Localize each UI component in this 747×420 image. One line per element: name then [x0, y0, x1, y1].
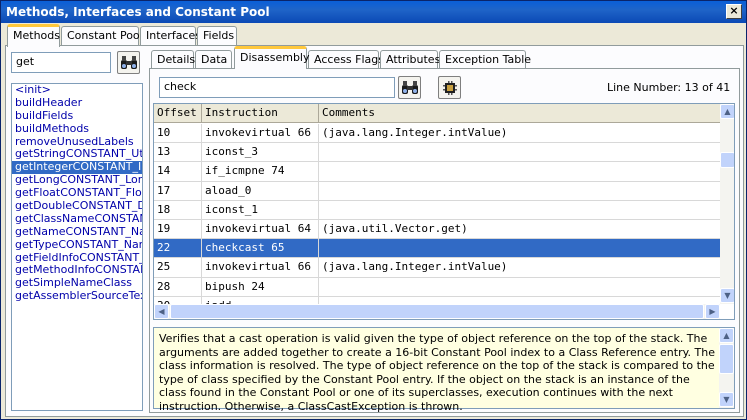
cell-instruction: invokevirtual 66: [202, 258, 319, 278]
cell-offset: 17: [154, 181, 202, 201]
cell-comment: [319, 143, 720, 162]
table-row[interactable]: 18 iconst_1: [154, 200, 720, 220]
tab-access-flags[interactable]: Access Flags: [308, 50, 384, 70]
main-window: Methods, Interfaces and Constant Pool × …: [0, 0, 747, 420]
table-row[interactable]: 10 invokevirtual 66 (java.lang.Integer.int…: [154, 124, 720, 144]
table-row[interactable]: 28 bipush 24: [154, 277, 720, 297]
header-offset[interactable]: Offset: [154, 104, 202, 123]
window-title: Methods, Interfaces and Constant Pool: [6, 5, 270, 19]
header-comments[interactable]: Comments: [319, 104, 720, 123]
cell-offset: 28: [154, 277, 202, 297]
cell-instruction: invokevirtual 66: [202, 124, 319, 143]
cell-instruction: iconst_1: [202, 200, 319, 220]
hscroll-thumb[interactable]: [170, 304, 704, 319]
table-row[interactable]: 19 invokevirtual 64 (java.util.Vector.get): [154, 220, 720, 240]
tab-disassembly-label: Disassembly: [240, 51, 310, 64]
tab-constant-pool[interactable]: Constant Pool: [61, 26, 143, 46]
tab-data-label: Data: [201, 53, 228, 66]
grid-horizontal-scrollbar[interactable]: ◀ ▶: [154, 304, 720, 319]
cell-comment: (java.lang.Integer.intValue): [322, 126, 508, 139]
tab-attributes-label: Attributes: [386, 53, 441, 66]
tab-methods[interactable]: Methods: [7, 24, 60, 47]
cell-comment: [319, 162, 720, 181]
method-list[interactable]: <init> buildHeader buildFields buildMethods…: [11, 83, 143, 411]
header-instruction[interactable]: Instruction: [202, 104, 319, 123]
cell-comment: [319, 201, 720, 220]
instruction-description: Verifies that a cast operation is valid …: [153, 327, 735, 413]
cell-offset: 25: [154, 258, 202, 278]
cell-comment: [319, 239, 720, 258]
table-row[interactable]: 13 iconst_3: [154, 143, 720, 163]
method-list-item[interactable]: <init>: [12, 84, 142, 97]
method-list-item[interactable]: getClassNameCONSTANT: [12, 212, 142, 226]
method-list-item[interactable]: buildFields: [12, 109, 142, 123]
cell-instruction: checkcast 65: [202, 239, 319, 259]
instruction-find-button[interactable]: [398, 76, 421, 99]
table-row[interactable]: 22 checkcast 65: [154, 239, 720, 259]
description-scrollbar[interactable]: ▲ ▼: [719, 328, 734, 408]
method-list-item[interactable]: getNameCONSTANT_Nam: [12, 225, 142, 239]
tab-exception-table-label: Exception Table: [445, 53, 532, 66]
scroll-right-button[interactable]: ▶: [705, 304, 720, 319]
cell-offset: 13: [154, 143, 202, 163]
tab-fields-label: Fields: [203, 29, 235, 42]
close-button[interactable]: ×: [726, 4, 742, 19]
method-list-item[interactable]: getAssemblerSourceText: [12, 289, 142, 303]
table-row[interactable]: 14 if_icmpne 74: [154, 162, 720, 182]
line-number-label: Line Number: 13 of 41: [607, 81, 731, 94]
desc-scroll-down-button[interactable]: ▼: [719, 392, 734, 407]
tab-fields[interactable]: Fields: [197, 26, 237, 46]
tab-disassembly[interactable]: Disassembly: [234, 46, 310, 69]
tab-details[interactable]: Details: [151, 50, 196, 70]
table-row[interactable]: 17 aload_0: [154, 181, 720, 201]
method-find-button[interactable]: [117, 51, 140, 74]
tab-data[interactable]: Data: [195, 50, 232, 70]
cell-instruction: bipush 24: [202, 277, 319, 297]
goto-line-button[interactable]: [438, 76, 461, 99]
tab-access-flags-label: Access Flags: [314, 53, 384, 66]
binoculars-icon: [402, 81, 418, 94]
scroll-up-button[interactable]: ▲: [720, 104, 734, 119]
description-text: Verifies that a cast operation is valid …: [159, 332, 715, 413]
cell-comment: [319, 278, 720, 297]
cell-instruction: aload_0: [202, 181, 319, 201]
method-list-item[interactable]: getDoubleCONSTANT_Dc: [12, 199, 142, 213]
instruction-search-input[interactable]: check: [159, 77, 395, 98]
tab-methods-label: Methods: [13, 29, 60, 42]
method-list-item[interactable]: getTypeCONSTANT_Nam: [12, 238, 142, 252]
cell-comment: [319, 182, 720, 201]
chip-icon: [443, 81, 457, 95]
cell-offset: 19: [154, 220, 202, 239]
tab-interfaces[interactable]: Interfaces: [140, 26, 201, 46]
cell-instruction: iconst_3: [202, 143, 319, 163]
method-list-item[interactable]: buildMethods: [12, 122, 142, 136]
tab-exception-table[interactable]: Exception Table: [439, 50, 531, 70]
title-bar: Methods, Interfaces and Constant Pool ×: [1, 1, 746, 23]
method-search-input[interactable]: get: [11, 52, 111, 73]
cell-offset: 22: [154, 239, 202, 259]
cell-offset: 18: [154, 200, 202, 220]
method-list-item[interactable]: buildHeader: [12, 96, 142, 110]
grid-vertical-scrollbar[interactable]: ▲ ▼: [720, 104, 734, 304]
desc-scroll-thumb[interactable]: [719, 344, 734, 374]
binoculars-icon: [121, 56, 137, 69]
instruction-grid[interactable]: Offset Instruction Comments 10 invokevirt…: [153, 103, 735, 320]
scroll-thumb[interactable]: [720, 152, 734, 168]
tab-interfaces-label: Interfaces: [146, 29, 201, 42]
tab-attributes[interactable]: Attributes: [380, 50, 441, 70]
table-row[interactable]: 25 invokevirtual 66 (java.lang.Integer.int…: [154, 258, 720, 278]
cell-offset: 14: [154, 162, 202, 182]
cell-comment: (java.util.Vector.get): [322, 222, 468, 235]
desc-scroll-up-button[interactable]: ▲: [719, 328, 734, 343]
tab-details-label: Details: [157, 53, 196, 66]
tab-constant-pool-label: Constant Pool: [67, 29, 143, 42]
cell-offset: 10: [154, 124, 202, 143]
cell-instruction: invokevirtual 64: [202, 220, 319, 239]
scroll-down-button[interactable]: ▼: [720, 288, 734, 303]
scroll-left-button[interactable]: ◀: [154, 304, 169, 319]
cell-instruction: if_icmpne 74: [202, 162, 319, 182]
grid-header: Offset Instruction Comments: [154, 104, 720, 123]
cell-comment: (java.lang.Integer.intValue): [322, 260, 508, 274]
